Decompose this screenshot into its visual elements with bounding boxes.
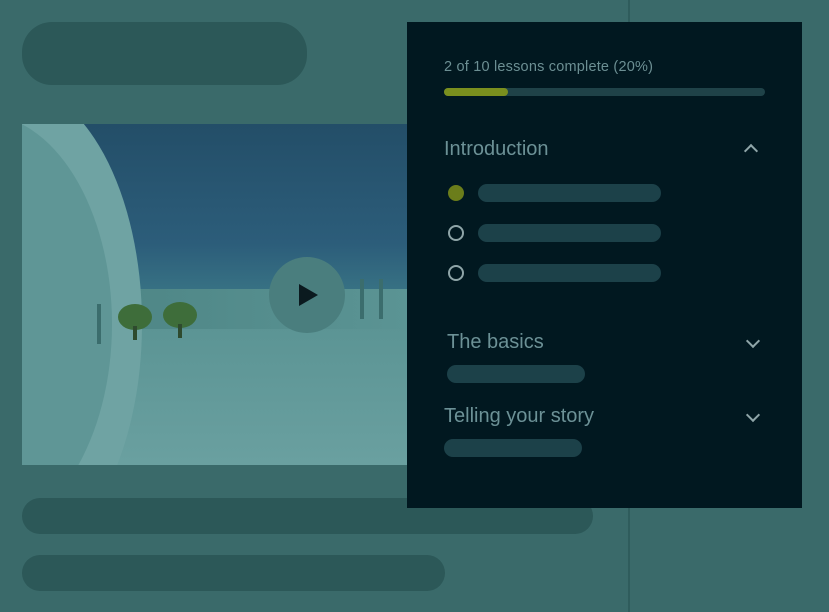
lesson-title-placeholder[interactable] (478, 264, 661, 282)
lesson-status-icon[interactable] (448, 225, 464, 241)
lesson-title-placeholder[interactable] (478, 224, 661, 242)
progress-bar (444, 88, 765, 96)
chevron-down-icon[interactable] (745, 333, 761, 349)
play-button[interactable] (269, 257, 345, 333)
lesson-status-icon[interactable] (448, 185, 464, 201)
section-title-telling-your-story[interactable]: Telling your story (444, 405, 594, 428)
video-post (360, 279, 364, 319)
text-placeholder-line (22, 555, 445, 591)
section-subtitle-placeholder (444, 439, 582, 457)
section-title-introduction[interactable]: Introduction (444, 138, 549, 161)
video-post (379, 279, 383, 319)
progress-bar-fill (444, 88, 509, 96)
course-outline-panel: 2 of 10 lessons complete (20%) Introduct… (407, 22, 802, 508)
play-icon (299, 284, 318, 306)
section-title-the-basics[interactable]: The basics (447, 331, 544, 354)
video-player[interactable] (22, 124, 422, 465)
chevron-down-icon[interactable] (745, 407, 761, 423)
video-post (97, 304, 101, 344)
lesson-status-icon[interactable] (448, 265, 464, 281)
lesson-title-placeholder[interactable] (478, 184, 661, 202)
page-title-placeholder (22, 22, 307, 85)
chevron-up-icon[interactable] (743, 143, 759, 159)
video-wall (112, 289, 422, 329)
progress-label: 2 of 10 lessons complete (20%) (444, 59, 654, 75)
section-subtitle-placeholder (447, 365, 585, 383)
